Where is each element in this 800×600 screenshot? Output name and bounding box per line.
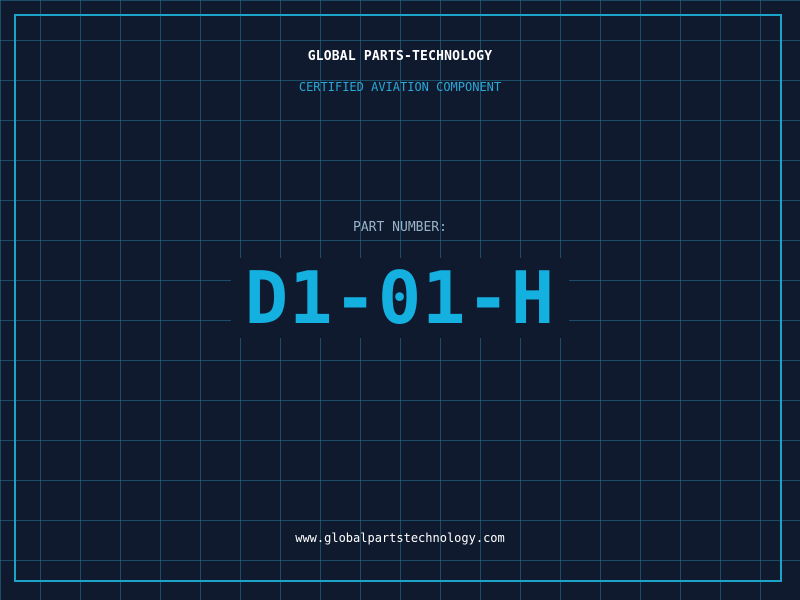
website-url: www.globalpartstechnology.com bbox=[295, 531, 505, 545]
part-label-card: GLOBAL PARTS-TECHNOLOGY CERTIFIED AVIATI… bbox=[0, 0, 800, 600]
part-number-label: PART NUMBER: bbox=[353, 220, 447, 235]
part-number-container: D1-01-H bbox=[0, 258, 800, 338]
company-name: GLOBAL PARTS-TECHNOLOGY bbox=[307, 49, 493, 64]
part-number-value: D1-01-H bbox=[230, 258, 570, 338]
certification-subtitle: CERTIFIED AVIATION COMPONENT bbox=[298, 80, 502, 94]
